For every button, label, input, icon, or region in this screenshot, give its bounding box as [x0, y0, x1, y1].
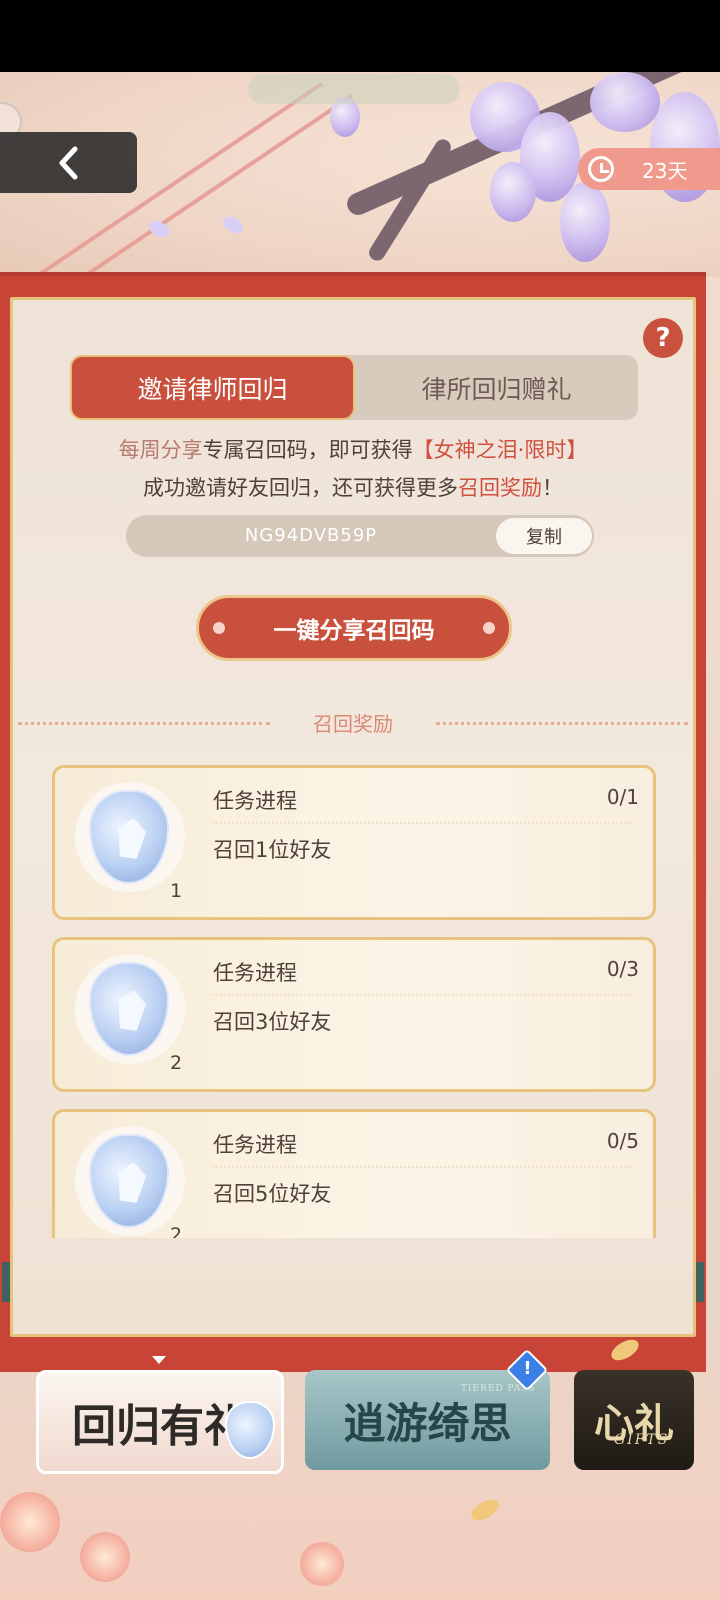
reward-slot[interactable]: [75, 782, 185, 892]
task-card: 2 任务进程 召回5位好友 0/5: [52, 1109, 656, 1238]
task-description: 召回1位好友: [213, 838, 332, 862]
description-share-text: 每周分享: [118, 438, 203, 462]
wisteria-flower: [490, 162, 536, 222]
bottom-tab-tiered-pass[interactable]: TIERED PASS 逍游绮思: [305, 1370, 550, 1470]
bottom-tab-gifts[interactable]: 心礼 GIFTS: [574, 1370, 694, 1470]
reward-slot[interactable]: [75, 1126, 185, 1236]
help-button[interactable]: ?: [643, 318, 683, 358]
chevron-left-icon: [59, 146, 77, 179]
reward-count: 1: [170, 880, 183, 902]
bottom-tab-return-gift[interactable]: 回归有礼: [36, 1370, 284, 1474]
time-remaining-text: 23天: [642, 158, 688, 183]
bottom-tab-label: 逍游绮思: [343, 1398, 512, 1448]
task-progress: 0/3: [606, 957, 639, 981]
reward-slot[interactable]: [75, 954, 185, 1064]
wisteria-flower: [590, 72, 660, 132]
gem-icon: [89, 790, 169, 884]
task-card: 2 任务进程 召回3位好友 0/3: [52, 937, 656, 1092]
tab-invite-lawyer[interactable]: 邀请律师回归: [70, 355, 355, 420]
decor-dot: [213, 622, 225, 634]
description-text: 专属召回码，即可获得: [202, 438, 413, 462]
divider-right: [436, 722, 688, 725]
task-description: 召回3位好友: [213, 1010, 332, 1034]
flower-decoration: [0, 1492, 60, 1552]
task-description: 召回5位好友: [213, 1182, 332, 1206]
bottom-tab-label: 回归有礼: [72, 1401, 248, 1452]
question-icon: ?: [655, 323, 671, 353]
decor-dot: [483, 622, 495, 634]
description-recall-reward: 召回奖励: [458, 476, 542, 500]
gem-icon: [89, 1134, 169, 1228]
reward-count: 2: [170, 1224, 183, 1238]
status-bar: [0, 0, 720, 72]
gem-icon: [89, 962, 169, 1056]
task-card: 1 任务进程 召回1位好友 0/1: [52, 765, 656, 920]
leaf-decoration: [608, 1335, 642, 1365]
task-progress: 0/1: [606, 785, 639, 809]
recall-code-value: NG94DVB59P: [244, 525, 378, 546]
description-reward-name: 【女神之泪·限时】: [412, 438, 588, 462]
task-title: 任务进程: [213, 961, 297, 985]
task-divider: [213, 994, 633, 996]
leaf-decoration: [468, 1495, 502, 1525]
back-button[interactable]: [0, 132, 137, 193]
gem-icon: [225, 1401, 275, 1459]
description-line-2: 成功邀请好友回归，还可获得更多召回奖励！: [40, 472, 666, 502]
tab-firm-return-gift[interactable]: 律所回归赠礼: [355, 355, 638, 420]
description-end: ！: [542, 476, 563, 500]
clock-icon: [588, 156, 614, 182]
description-text: 成功邀请好友回归，还可获得更多: [143, 476, 458, 500]
copy-button[interactable]: 复制: [496, 518, 592, 554]
task-divider: [213, 1166, 633, 1168]
share-recall-code-button[interactable]: 一键分享召回码: [196, 595, 512, 661]
game-scene: 23天 ? 邀请律师回归 律所回归赠礼 每周分享专属召回码，即可获得【女神之泪·…: [0, 72, 720, 1600]
flower-decoration: [300, 1542, 344, 1586]
task-title: 任务进程: [213, 789, 297, 813]
selected-indicator: [152, 1356, 166, 1364]
time-remaining-badge: 23天: [578, 148, 720, 190]
wisteria-flower: [560, 182, 610, 262]
task-list[interactable]: 1 任务进程 召回1位好友 0/1 2 任务进程 召回3位好友 0/3 2 任务…: [52, 765, 658, 1238]
petal-decoration: [219, 213, 247, 237]
top-status-pill: [248, 74, 460, 104]
description-line-1: 每周分享专属召回码，即可获得【女神之泪·限时】: [40, 434, 666, 464]
flower-decoration: [80, 1532, 130, 1582]
task-title: 任务进程: [213, 1133, 297, 1157]
task-divider: [213, 822, 633, 824]
task-progress: 0/5: [606, 1129, 639, 1153]
bottom-tab-sublabel: GIFTS: [614, 1432, 670, 1448]
reward-count: 2: [170, 1052, 183, 1074]
share-button-label: 一键分享召回码: [273, 618, 435, 644]
